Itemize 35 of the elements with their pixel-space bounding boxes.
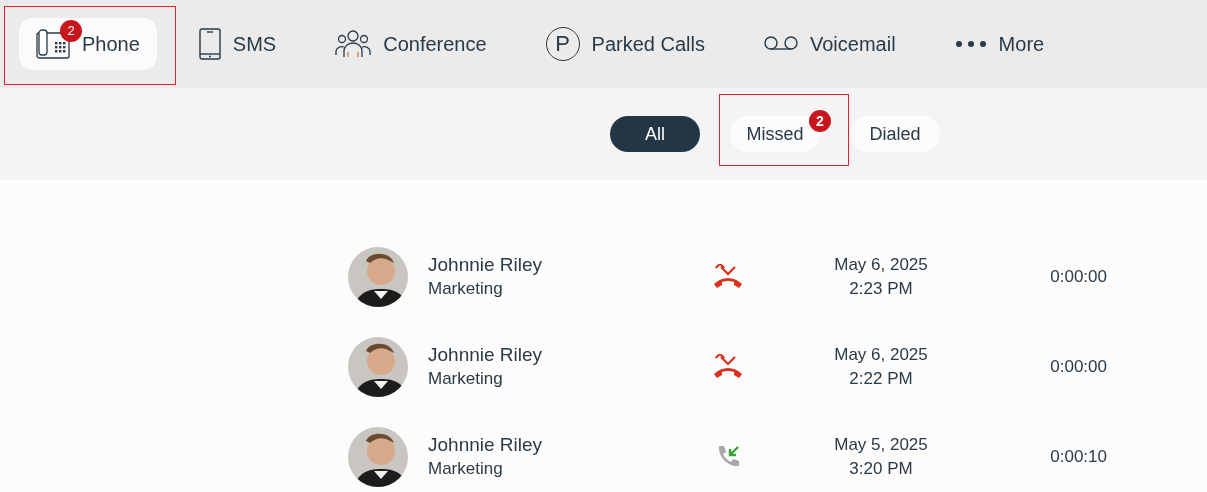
call-date: May 5, 2025 (834, 434, 928, 456)
nav-tab[interactable]: More (937, 18, 1062, 70)
nav-tab[interactable]: P Parked Calls (528, 18, 722, 70)
avatar (348, 247, 408, 307)
filter-chip[interactable]: All (610, 116, 700, 152)
more-icon (954, 40, 987, 48)
contact-department: Marketing (428, 278, 503, 300)
call-duration: 0:00:10 (1050, 446, 1107, 469)
contact-department: Marketing (428, 458, 503, 480)
call-time: 2:22 PM (849, 368, 913, 390)
call-date: May 6, 2025 (834, 344, 928, 366)
call-time: 3:20 PM (849, 458, 913, 480)
contact-name: Johnnie Riley (428, 253, 543, 277)
contact-name: Johnnie Riley (428, 343, 543, 367)
contact-name: Johnnie Riley (428, 433, 543, 457)
people-group-icon (335, 30, 372, 58)
call-date: May 6, 2025 (834, 254, 928, 276)
filter-chip[interactable]: Dialed (850, 116, 940, 152)
contact-department: Marketing (428, 368, 503, 390)
count-badge: 2 (809, 110, 831, 132)
avatar (348, 337, 408, 397)
voicemail-icon (764, 36, 798, 52)
call-duration: 0:00:00 (1050, 356, 1107, 379)
desk-phone-icon (36, 29, 70, 59)
missed-call-icon (712, 354, 744, 380)
avatar (348, 427, 408, 487)
count-badge: 2 (60, 20, 82, 42)
call-duration: 0:00:00 (1050, 266, 1107, 289)
nav-tab[interactable]: SMS (181, 18, 294, 70)
smartphone-icon (198, 28, 221, 60)
missed-call-icon (712, 264, 744, 290)
nav-tab[interactable]: Conference (318, 18, 504, 70)
call-time: 2:23 PM (849, 278, 913, 300)
nav-tab[interactable]: Phone 2 (19, 18, 157, 70)
nav-tab[interactable]: Voicemail (747, 18, 913, 70)
